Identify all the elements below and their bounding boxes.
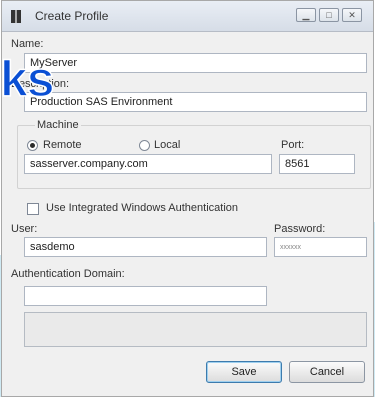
title-bar: Create Profile ▁ □ ✕ [2, 1, 373, 32]
password-field[interactable] [274, 237, 367, 257]
message-area [24, 312, 367, 347]
user-label: User: [11, 223, 38, 235]
remote-label: Remote [43, 139, 82, 151]
port-label: Port: [281, 139, 305, 151]
window-title: Create Profile [35, 9, 109, 23]
maximize-button[interactable]: □ [319, 8, 339, 22]
iwa-label: Use Integrated Windows Authentication [46, 202, 239, 214]
description-field[interactable] [24, 92, 367, 112]
auth-domain-field[interactable] [24, 286, 267, 306]
host-field[interactable] [24, 154, 272, 174]
maximize-icon: □ [326, 10, 332, 20]
name-field[interactable] [24, 53, 367, 73]
minimize-icon: ▁ [302, 10, 310, 20]
minimize-button[interactable]: ▁ [296, 8, 316, 22]
user-field[interactable] [24, 237, 267, 257]
close-icon: ✕ [348, 10, 356, 20]
machine-group-label: Machine [35, 119, 81, 131]
auth-domain-label: Authentication Domain: [11, 268, 125, 280]
app-icon [11, 10, 21, 23]
local-radio[interactable] [139, 140, 150, 151]
remote-radio[interactable] [27, 140, 38, 151]
create-profile-dialog: Create Profile ▁ □ ✕ Name: Description: … [1, 0, 374, 397]
port-field[interactable] [279, 154, 355, 174]
local-label: Local [154, 139, 181, 151]
watermark-overlay: ks [0, 51, 55, 108]
cancel-button[interactable]: Cancel [289, 361, 365, 383]
save-button[interactable]: Save [206, 361, 282, 383]
close-button[interactable]: ✕ [342, 8, 362, 22]
name-label: Name: [11, 38, 44, 50]
iwa-checkbox[interactable] [27, 203, 39, 215]
password-label: Password: [274, 223, 326, 235]
